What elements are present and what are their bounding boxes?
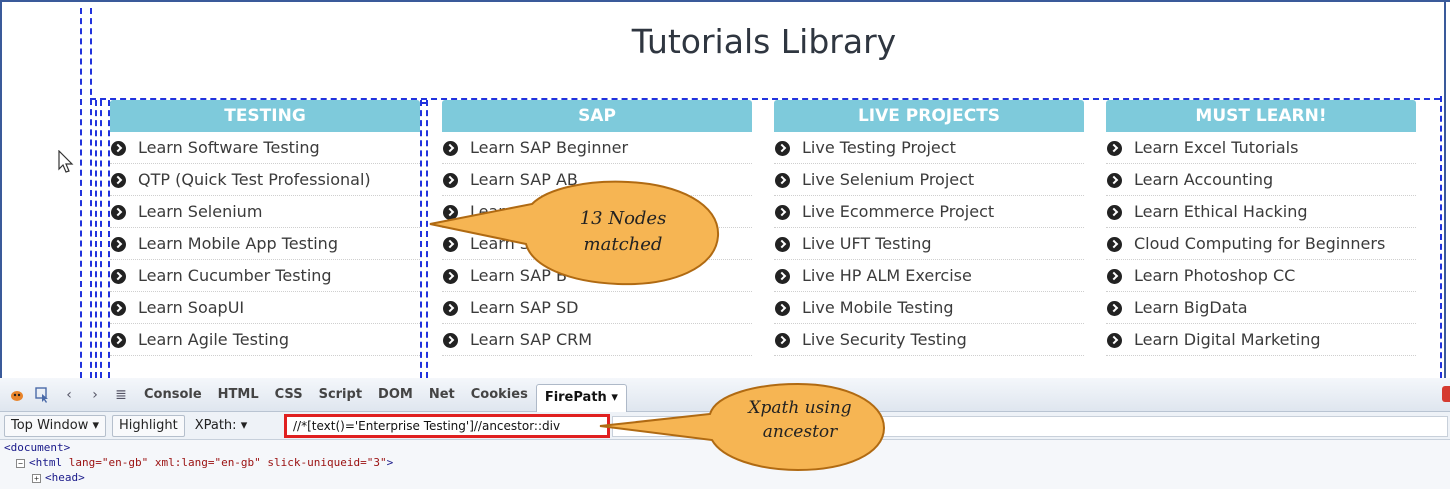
column-heading: TESTING xyxy=(110,100,420,132)
tutorial-link[interactable]: Learn Selenium xyxy=(110,196,420,228)
chevron-right-icon xyxy=(111,173,126,188)
chevron-right-icon xyxy=(775,333,790,348)
tutorial-link[interactable]: Live Mobile Testing xyxy=(774,292,1084,324)
tutorial-link[interactable]: QTP (Quick Test Professional) xyxy=(110,164,420,196)
tab-html[interactable]: HTML xyxy=(210,382,267,408)
tutorial-link[interactable]: Learn Software Testing xyxy=(110,132,420,164)
tutorial-link[interactable]: Learn Digital Marketing xyxy=(1106,324,1416,356)
inspect-icon[interactable] xyxy=(32,385,54,405)
tutorial-link[interactable]: Live UFT Testing xyxy=(774,228,1084,260)
chevron-down-icon: ▾ xyxy=(240,418,248,433)
chevron-right-icon xyxy=(775,237,790,252)
column-heading: LIVE PROJECTS xyxy=(774,100,1084,132)
chevron-right-icon xyxy=(111,333,126,348)
tutorial-link[interactable]: Learn Accounting xyxy=(1106,164,1416,196)
tab-cookies[interactable]: Cookies xyxy=(463,382,536,408)
xpath-input[interactable] xyxy=(284,414,610,438)
tutorial-link[interactable]: Learn BigData xyxy=(1106,292,1416,324)
chevron-right-icon xyxy=(1107,269,1122,284)
tutorial-link[interactable]: Learn Photoshop CC xyxy=(1106,260,1416,292)
chevron-right-icon xyxy=(443,333,458,348)
highlight-outline xyxy=(1440,96,1442,378)
page-title: Tutorials Library xyxy=(631,22,897,61)
collapse-icon[interactable]: − xyxy=(16,458,25,468)
tree-node-head[interactable]: + <head> xyxy=(4,470,1450,485)
tutorial-link[interactable]: Live Ecommerce Project xyxy=(774,196,1084,228)
column-must-learn: MUST LEARN! Learn Excel Tutorials Learn … xyxy=(1106,100,1416,356)
chevron-down-icon: ▾ xyxy=(92,417,99,433)
tutorial-link[interactable]: Learn Agile Testing xyxy=(110,324,420,356)
tab-net[interactable]: Net xyxy=(421,382,463,408)
tutorial-link[interactable]: Learn Mobile App Testing xyxy=(110,228,420,260)
highlight-outline xyxy=(95,100,97,378)
top-window-select[interactable]: Top Window ▾ xyxy=(4,414,106,437)
tutorial-link[interactable]: Learn SAP Beginner xyxy=(442,132,752,164)
forward-arrow-icon[interactable]: › xyxy=(84,385,106,405)
tutorial-link[interactable]: Live Selenium Project xyxy=(774,164,1084,196)
chevron-right-icon xyxy=(1107,205,1122,220)
tab-console[interactable]: Console xyxy=(136,382,210,408)
tutorial-link[interactable]: Live Security Testing xyxy=(774,324,1084,356)
chevron-right-icon xyxy=(1107,333,1122,348)
highlight-outline xyxy=(100,100,102,378)
column-testing: TESTING Learn Software Testing QTP (Quic… xyxy=(110,100,420,356)
chevron-right-icon xyxy=(443,301,458,316)
tutorial-link[interactable]: Learn Cucumber Testing xyxy=(110,260,420,292)
tutorial-link[interactable]: Cloud Computing for Beginners xyxy=(1106,228,1416,260)
tutorial-link[interactable]: Learn Ethical Hacking xyxy=(1106,196,1416,228)
callout-xpath-text: Xpath using ancestor xyxy=(748,398,852,442)
chevron-right-icon xyxy=(111,301,126,316)
highlight-outline xyxy=(420,100,422,378)
chevron-right-icon xyxy=(111,141,126,156)
chevron-right-icon xyxy=(775,141,790,156)
callout-nodes-text: 13 Nodes matched xyxy=(579,208,667,255)
chevron-right-icon xyxy=(111,237,126,252)
tab-css[interactable]: CSS xyxy=(267,382,311,408)
column-heading: MUST LEARN! xyxy=(1106,100,1416,132)
highlight-button[interactable]: Highlight xyxy=(112,414,185,437)
chevron-right-icon xyxy=(1107,237,1122,252)
menu-list-icon[interactable]: ≣ xyxy=(110,385,132,405)
tab-dom[interactable]: DOM xyxy=(370,382,421,408)
tutorial-link[interactable]: Learn SAP SD xyxy=(442,292,752,324)
column-live-projects: LIVE PROJECTS Live Testing Project Live … xyxy=(774,100,1084,356)
highlight-outline xyxy=(90,8,92,378)
chevron-right-icon xyxy=(443,141,458,156)
mouse-pointer-icon xyxy=(58,150,74,173)
tutorial-link[interactable]: Learn SAP CRM xyxy=(442,324,752,356)
chevron-right-icon xyxy=(1107,141,1122,156)
chevron-right-icon xyxy=(775,173,790,188)
chevron-right-icon xyxy=(775,301,790,316)
chevron-right-icon xyxy=(775,269,790,284)
expand-icon[interactable]: + xyxy=(32,473,41,483)
firebug-bug-icon[interactable] xyxy=(6,385,28,405)
chevron-right-icon xyxy=(111,269,126,284)
frame-top-border xyxy=(0,0,1450,2)
tutorial-link[interactable]: Learn SoapUI xyxy=(110,292,420,324)
close-icon[interactable] xyxy=(1442,386,1450,402)
tutorial-link[interactable]: Learn Excel Tutorials xyxy=(1106,132,1416,164)
highlight-outline xyxy=(80,8,82,378)
chevron-right-icon xyxy=(111,205,126,220)
xpath-label[interactable]: XPath: ▾ xyxy=(195,418,248,433)
tutorial-link[interactable]: Live Testing Project xyxy=(774,132,1084,164)
column-heading: SAP xyxy=(442,100,752,132)
website-viewport: Tutorials Library TESTING Learn Software… xyxy=(0,0,1450,378)
chevron-right-icon xyxy=(1107,173,1122,188)
back-arrow-icon[interactable]: ‹ xyxy=(58,385,80,405)
tutorial-link[interactable]: Live HP ALM Exercise xyxy=(774,260,1084,292)
chevron-right-icon xyxy=(775,205,790,220)
chevron-right-icon xyxy=(1107,301,1122,316)
tab-script[interactable]: Script xyxy=(311,382,370,408)
